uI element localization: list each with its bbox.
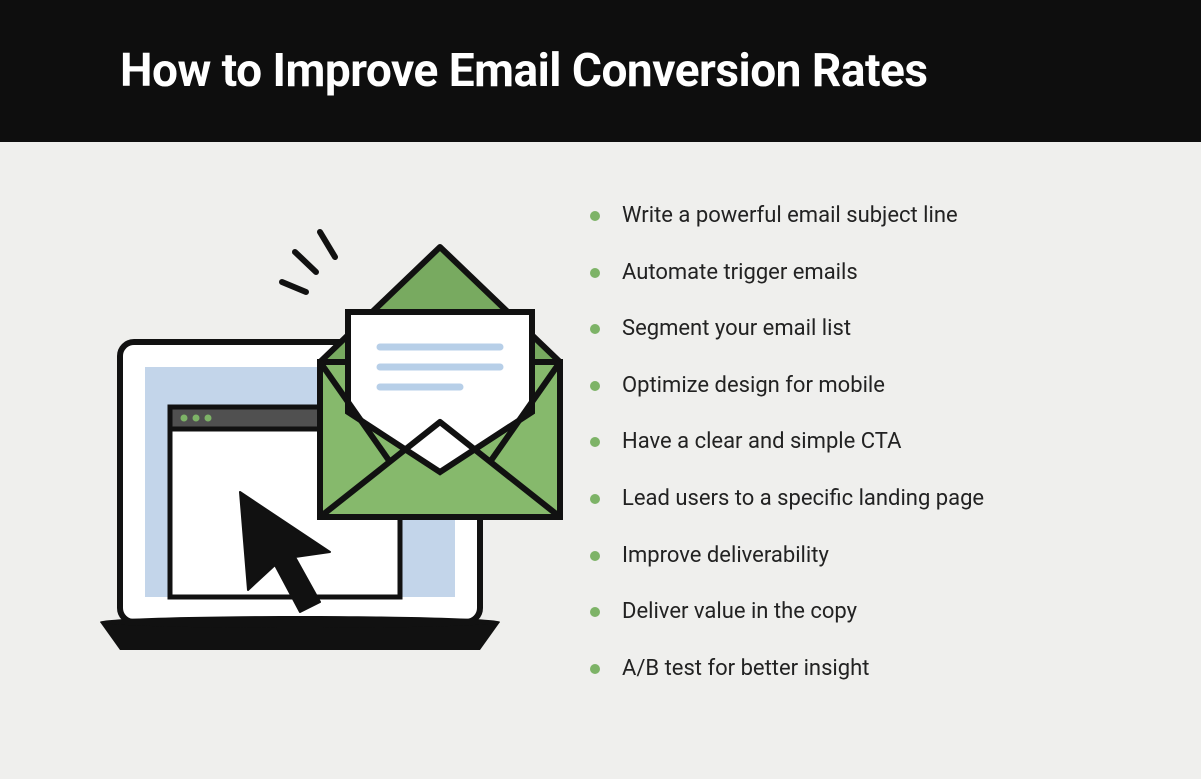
list-item: Have a clear and simple CTA: [590, 428, 1141, 457]
emphasis-lines-icon: [282, 232, 335, 292]
list-item: A/B test for better insight: [590, 655, 1141, 684]
list-item: Write a powerful email subject line: [590, 202, 1141, 231]
tips-list-container: Write a powerful email subject line Auto…: [570, 202, 1141, 711]
list-item: Optimize design for mobile: [590, 372, 1141, 401]
tip-text: Have a clear and simple CTA: [622, 429, 901, 454]
tip-text: Lead users to a specific landing page: [622, 486, 984, 511]
tip-text: Optimize design for mobile: [622, 373, 885, 398]
tip-text: Automate trigger emails: [622, 260, 858, 285]
tip-text: Segment your email list: [622, 316, 851, 341]
main-content: Write a powerful email subject line Auto…: [0, 142, 1201, 711]
list-item: Lead users to a specific landing page: [590, 485, 1141, 514]
hero-illustration: [90, 212, 570, 672]
list-item: Improve deliverability: [590, 542, 1141, 571]
page-title: How to Improve Email Conversion Rates: [0, 44, 1201, 98]
page-header: How to Improve Email Conversion Rates: [0, 0, 1201, 142]
list-item: Automate trigger emails: [590, 259, 1141, 288]
tip-text: Improve deliverability: [622, 543, 829, 568]
list-item: Segment your email list: [590, 315, 1141, 344]
tips-list: Write a powerful email subject line Auto…: [590, 202, 1141, 683]
tip-text: Write a powerful email subject line: [622, 203, 958, 228]
envelope-icon: [320, 247, 560, 517]
tip-text: A/B test for better insight: [622, 656, 869, 681]
tip-text: Deliver value in the copy: [622, 599, 857, 624]
list-item: Deliver value in the copy: [590, 598, 1141, 627]
